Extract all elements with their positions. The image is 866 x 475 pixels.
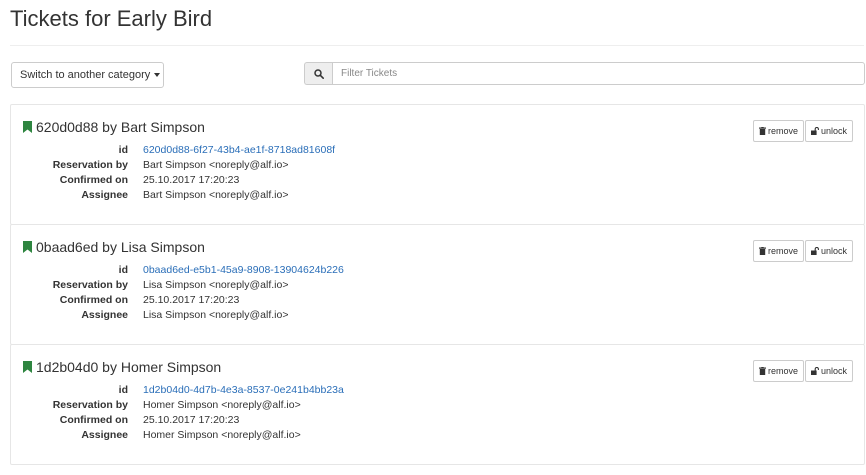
detail-label: Confirmed on [59,413,128,426]
unlock-button[interactable]: unlock [804,120,853,142]
detail-row-confirmed: Confirmed on 25.10.2017 17:20:23 [23,412,344,427]
ticket-id-link[interactable]: 1d2b04d0-4d7b-4e3a-8537-0e241b4bb23a [143,384,344,396]
assignee-value: Homer Simpson <noreply@alf.io> [143,428,301,441]
detail-label: id [118,263,128,276]
filter-tickets-input[interactable] [332,62,865,85]
detail-label: id [118,383,128,396]
reservation-by-value: Bart Simpson <noreply@alf.io> [143,158,289,171]
ticket-details: id 1d2b04d0-4d7b-4e3a-8537-0e241b4bb23a … [23,382,344,442]
ticket-actions: remove unlock [752,120,853,142]
detail-row-id: id 620d0d88-6f27-43b4-ae1f-8718ad81608f [23,142,335,157]
detail-row-reservation: Reservation by Bart Simpson <noreply@alf… [23,157,335,172]
ticket-details: id 0baad6ed-e5b1-45a9-8908-13904624b226 … [23,262,344,322]
ticket-id-link[interactable]: 620d0d88-6f27-43b4-ae1f-8718ad81608f [143,144,335,156]
detail-row-reservation: Reservation by Lisa Simpson <noreply@alf… [23,277,344,292]
detail-row-reservation: Reservation by Homer Simpson <noreply@al… [23,397,344,412]
bookmark-icon [23,361,32,373]
unlock-button[interactable]: unlock [804,360,853,382]
detail-label: Reservation by [52,278,128,291]
ticket-title-text: 620d0d88 by Bart Simpson [36,119,205,135]
detail-label: Confirmed on [59,173,128,186]
confirmed-on-value: 25.10.2017 17:20:23 [143,173,240,186]
unlock-icon [810,367,819,375]
detail-label: Reservation by [52,398,128,411]
unlock-icon [810,127,819,135]
remove-button[interactable]: remove [752,360,804,382]
detail-label: Confirmed on [59,293,128,306]
detail-row-assignee: Assignee Homer Simpson <noreply@alf.io> [23,427,344,442]
detail-row-confirmed: Confirmed on 25.10.2017 17:20:23 [23,292,344,307]
ticket-details: id 620d0d88-6f27-43b4-ae1f-8718ad81608f … [23,142,335,202]
assignee-value: Lisa Simpson <noreply@alf.io> [143,308,289,321]
bookmark-icon [23,241,32,253]
remove-label: remove [767,126,798,136]
detail-row-assignee: Assignee Lisa Simpson <noreply@alf.io> [23,307,344,322]
ticket-title-text: 0baad6ed by Lisa Simpson [36,239,205,255]
unlock-icon [810,247,819,255]
trash-icon [758,247,766,255]
trash-icon [758,367,766,375]
detail-row-assignee: Assignee Bart Simpson <noreply@alf.io> [23,187,335,202]
filter-group [304,62,865,85]
ticket-card: 620d0d88 by Bart Simpson remove unlock i… [10,104,865,225]
switch-category-dropdown[interactable]: Switch to another category [11,62,164,88]
ticket-title-text: 1d2b04d0 by Homer Simpson [36,359,222,375]
detail-label: Assignee [81,188,128,201]
ticket-actions: remove unlock [752,240,853,262]
ticket-card: 1d2b04d0 by Homer Simpson remove unlock … [10,344,865,465]
remove-label: remove [767,366,798,376]
ticket-title: 0baad6ed by Lisa Simpson [23,239,205,255]
confirmed-on-value: 25.10.2017 17:20:23 [143,413,240,426]
detail-label: Reservation by [52,158,128,171]
unlock-label: unlock [820,126,847,136]
bookmark-icon [23,121,32,133]
assignee-value: Bart Simpson <noreply@alf.io> [143,188,289,201]
remove-button[interactable]: remove [752,120,804,142]
unlock-button[interactable]: unlock [804,240,853,262]
ticket-title: 620d0d88 by Bart Simpson [23,119,205,135]
page-title: Tickets for Early Bird [10,6,213,31]
ticket-id-link[interactable]: 0baad6ed-e5b1-45a9-8908-13904624b226 [143,264,344,276]
detail-label: id [118,143,128,156]
remove-label: remove [767,246,798,256]
caret-down-icon [154,73,161,77]
ticket-title: 1d2b04d0 by Homer Simpson [23,359,221,375]
reservation-by-value: Homer Simpson <noreply@alf.io> [143,398,301,411]
switch-category-label: Switch to another category [20,69,151,81]
detail-label: Assignee [81,308,128,321]
confirmed-on-value: 25.10.2017 17:20:23 [143,293,240,306]
search-icon [313,68,324,79]
detail-row-id: id 0baad6ed-e5b1-45a9-8908-13904624b226 [23,262,344,277]
unlock-label: unlock [820,246,847,256]
ticket-card: 0baad6ed by Lisa Simpson remove unlock i… [10,224,865,345]
remove-button[interactable]: remove [752,240,804,262]
ticket-actions: remove unlock [752,360,853,382]
title-divider [10,45,864,46]
search-addon [304,62,332,85]
unlock-label: unlock [820,366,847,376]
detail-row-id: id 1d2b04d0-4d7b-4e3a-8537-0e241b4bb23a [23,382,344,397]
trash-icon [758,127,766,135]
detail-label: Assignee [81,428,128,441]
reservation-by-value: Lisa Simpson <noreply@alf.io> [143,278,289,291]
detail-row-confirmed: Confirmed on 25.10.2017 17:20:23 [23,172,335,187]
